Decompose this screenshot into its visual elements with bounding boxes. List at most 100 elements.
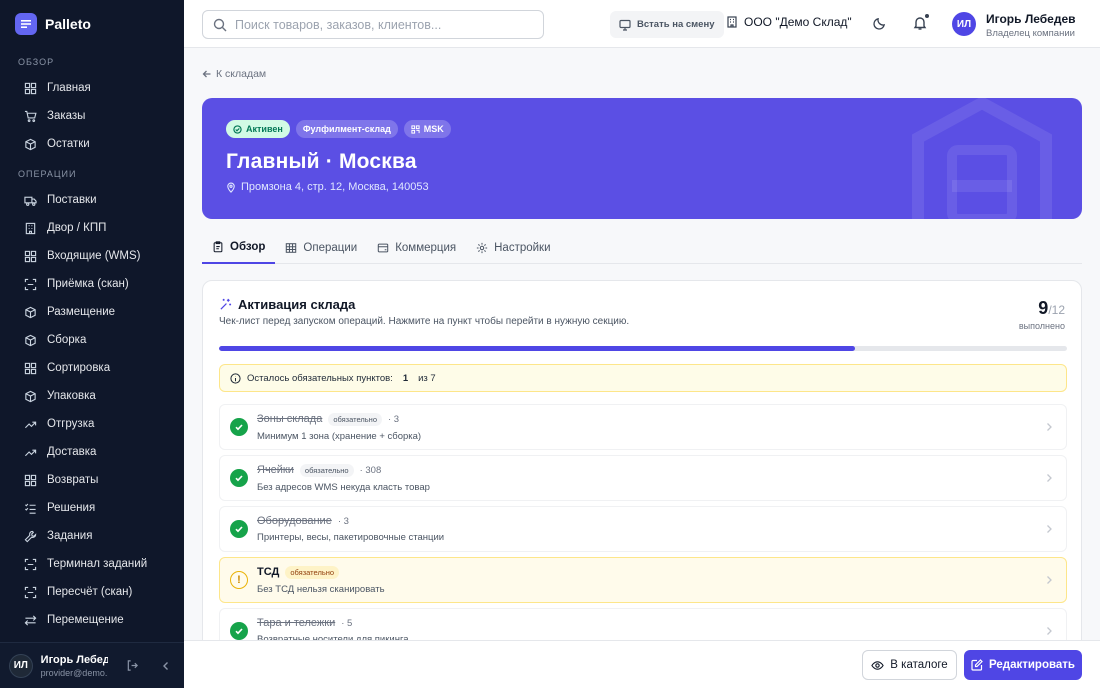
monitor-icon [619,19,631,31]
eye-icon [871,660,885,670]
top-header: Встать на смену ООО "Демо Склад" ИЛ Игор… [184,0,1100,48]
chevron-right-icon [1044,625,1054,639]
sidebar-item[interactable]: Терминал заданий [0,550,184,578]
search-input[interactable] [235,17,525,32]
scan-icon [24,586,37,599]
sidebar-item[interactable]: Приёмка (скан) [0,270,184,298]
chevron-right-icon [1044,421,1054,435]
search-icon [213,18,227,31]
app-name: Palleto [45,16,91,32]
warning-circle-icon: ! [230,571,248,589]
sidebar-item[interactable]: Сборка [0,326,184,354]
start-shift-button[interactable]: Встать на смену [610,11,724,38]
sidebar-item[interactable]: Задания [0,522,184,550]
sidebar-item-label: Отгрузка [47,418,95,430]
truck-icon [24,194,37,207]
tab[interactable]: Операции [275,232,367,264]
activation-progress-bar [219,346,1067,351]
tab-label: Операции [303,242,358,254]
sidebar-item[interactable]: Размещение [0,298,184,326]
tab[interactable]: Обзор [202,232,276,264]
sidebar-user-email: provider@demo.palleto [40,667,108,678]
edit-button[interactable]: Редактировать [964,650,1082,680]
activation-counter: 9/12 выполнено [1019,298,1065,331]
sidebar-item-label: Приёмка (скан) [47,278,129,290]
checklist-item-count: · 308 [359,464,382,476]
checklist-item-name: Оборудование [257,515,332,527]
grid-icon [24,474,37,487]
checklist-item[interactable]: Ячейки обязательно · 308 Без адресов WMS не… [219,455,1067,501]
main-content: К складам Активен Фулфилмент-склад MSK Г… [184,48,1100,640]
location-pin-icon [227,182,235,193]
tab[interactable]: Коммерция [367,232,466,264]
company-name: ООО "Демо Склад" [744,15,852,29]
check-circle-icon [233,124,242,134]
sidebar-item[interactable]: Доставка [0,438,184,466]
done-caption: выполнено [1018,321,1065,331]
chevron-right-icon [1044,523,1054,537]
view-in-catalog-button[interactable]: В каталоге [862,650,957,680]
sidebar-item[interactable]: Поставки [0,186,184,214]
sidebar-item[interactable]: Пересчёт (скан) [0,578,184,606]
status-badge-label: Активен [246,124,283,134]
checklist-item[interactable]: Тара и тележки · 5 Возвратные носители для… [219,608,1067,640]
sidebar-item[interactable]: Заказы [0,102,184,130]
sidebar-item[interactable]: Входящие (WMS) [0,242,184,270]
sidebar-item[interactable]: Решения [0,494,184,522]
chevron-right-icon [1044,472,1054,486]
sidebar-item-label: Размещение [47,306,116,318]
notifications-bell-icon[interactable] [912,13,930,34]
activation-subtitle: Чек-лист перед запуском операций. Нажмит… [219,316,630,327]
avatar[interactable]: ИЛ [9,653,33,678]
app-logo-icon [15,13,37,35]
status-badge: Активен [226,120,290,138]
checklist-item-name: Ячейки [257,464,294,476]
warehouse-tabs: Обзор Операции Коммерция Настройки [202,232,1082,264]
back-to-warehouses-link[interactable]: К складам [202,68,266,80]
box-icon [24,138,37,151]
tab[interactable]: Настройки [466,232,560,264]
brand[interactable]: Palleto [0,0,184,48]
chevron-right-icon [1044,574,1054,588]
sidebar: Palleto ОБЗОР Главная Заказы Остатки ОПЕРАЦИ… [0,0,184,688]
cart-icon [24,110,37,123]
activation-card: Активация склада Чек-лист перед запуском… [202,280,1082,640]
required-badge: обязательно [328,412,382,426]
sidebar-item-label: Терминал заданий [47,558,148,570]
warehouse-address-text: Промзона 4, стр. 12, Москва, 140053 [241,181,429,193]
table-icon [285,242,297,254]
remaining-notice: Осталось обязательных пунктов: 1 из 7 [219,364,1067,392]
sidebar-item-label: Двор / КПП [47,222,107,234]
sidebar-item[interactable]: Упаковка [0,382,184,410]
checklist-item[interactable]: Зоны склада обязательно · 3 Минимум 1 зона … [219,404,1067,450]
theme-toggle-moon-icon[interactable] [872,16,887,34]
sidebar-item[interactable]: Перемещение [0,606,184,634]
avatar[interactable]: ИЛ [952,12,976,36]
page-title: Главный · Москва [226,150,417,173]
checklist-item[interactable]: ! ТСД обязательно Без ТСД нельзя сканироват… [219,557,1067,603]
sidebar-item[interactable]: Двор / КПП [0,214,184,242]
checklist-item[interactable]: Оборудование · 3 Принтеры, весы, пакетиров… [219,506,1067,552]
logout-icon[interactable] [124,657,142,675]
sidebar-item-label: Задания [47,530,93,542]
header-user[interactable]: Игорь Лебедев Владелец компании [986,12,1076,39]
check-circle-icon [230,520,248,538]
box-icon [24,334,37,347]
activation-title-text: Активация склада [238,297,356,312]
catalog-button-label: В каталоге [890,659,948,671]
sidebar-item[interactable]: Возвраты [0,466,184,494]
sidebar-item[interactable]: Главная [0,74,184,102]
done-count: 9 [1038,298,1049,318]
checklist-item-count: · 3 [337,515,349,527]
search-box[interactable] [202,10,544,39]
sidebar-item-label: Перемещение [47,614,124,626]
sidebar-item[interactable]: Сортировка [0,354,184,382]
sidebar-item[interactable]: Отгрузка [0,410,184,438]
sidebar-item-label: Главная [47,82,91,94]
header-user-role: Владелец компании [986,28,1075,39]
sidebar-item[interactable]: Остатки [0,130,184,158]
building-icon [24,222,37,235]
code-badge: MSK [403,120,451,138]
company-switcher[interactable]: ООО "Демо Склад" [726,15,852,29]
collapse-sidebar-icon[interactable] [157,657,175,675]
